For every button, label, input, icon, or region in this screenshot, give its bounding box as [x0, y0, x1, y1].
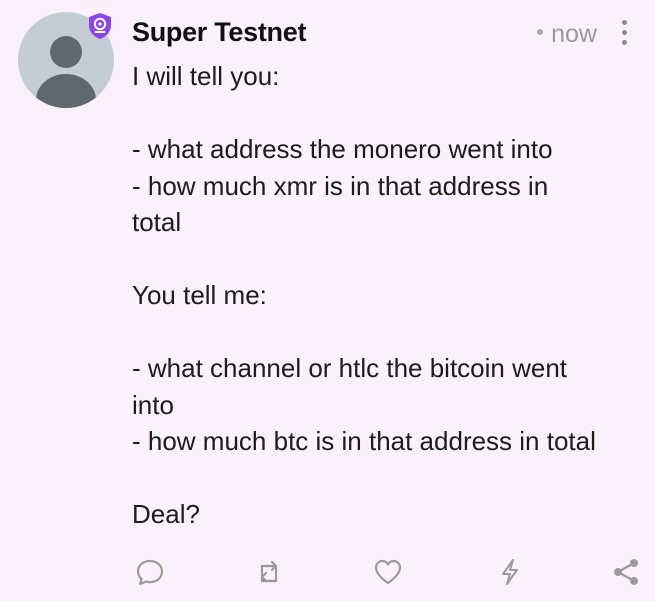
- post-meta: now: [537, 17, 597, 51]
- zap-icon[interactable]: [494, 556, 526, 588]
- content-line: [132, 314, 642, 351]
- content-line: total: [132, 207, 182, 237]
- note-card: Super Testnet now I will tell you: - wha…: [0, 0, 655, 601]
- content-line: - how much btc is in that address in tot…: [132, 426, 596, 456]
- separator-dot: [537, 29, 544, 36]
- content-line: You tell me:: [132, 280, 267, 310]
- heart-icon[interactable]: [372, 556, 404, 588]
- content-line: - what channel or htlc the bitcoin went: [132, 353, 568, 383]
- content-line: Deal?: [132, 499, 200, 529]
- share-icon[interactable]: [610, 556, 642, 588]
- content-line: into: [132, 389, 174, 420]
- avatar-container[interactable]: [18, 12, 116, 110]
- reply-icon[interactable]: [134, 556, 166, 588]
- content-line: I will tell you:: [132, 61, 280, 91]
- repost-icon[interactable]: [253, 556, 285, 588]
- note-content: I will tell you: - what address the mone…: [132, 58, 642, 533]
- timestamp: now: [551, 20, 597, 48]
- content-line: - how much xmr is in that address in: [132, 170, 549, 201]
- action-bar: [134, 556, 644, 590]
- author-name[interactable]: Super Testnet: [132, 14, 306, 50]
- content-line: - what address the monero went into: [132, 134, 553, 164]
- content-line: [132, 241, 642, 278]
- more-options-icon[interactable]: [619, 20, 629, 50]
- content-line: [132, 95, 642, 132]
- verified-badge-icon: [86, 12, 114, 40]
- content-line: [132, 460, 642, 497]
